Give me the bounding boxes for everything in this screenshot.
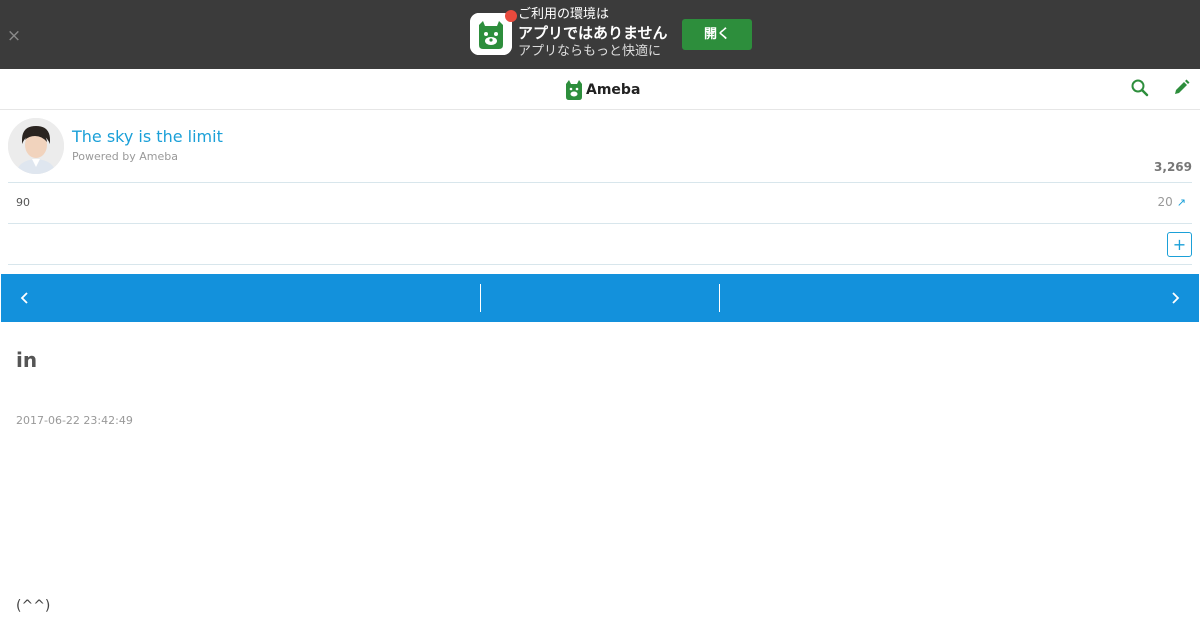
entry-body-text: (^^) [16,598,51,614]
ameba-logo-icon [566,79,582,100]
ameba-app-icon [470,10,517,55]
entry-date: 2017-06-22 23:42:49 [16,414,133,427]
avatar[interactable] [8,118,64,174]
edit-pencil-icon[interactable] [1171,78,1191,98]
app-banner: × ご利用の環境は アプリではありません アプリならもっと快適に 開く [0,0,1200,69]
chevron-right-icon[interactable] [1165,288,1185,308]
site-header: Ameba [0,69,1200,110]
stat-right[interactable]: 20 ↗ [1158,195,1187,209]
powered-by-text: Powered by Ameba [72,150,178,163]
banner-close-icon[interactable]: × [6,27,22,45]
logo-text: Ameba [586,81,641,98]
stat-left-value: 90 [16,196,30,209]
chevron-left-icon[interactable] [15,288,35,308]
banner-line-not-app: アプリではありません [518,24,668,42]
follow-row: + [8,224,1192,265]
stat-right-value: 20 [1157,195,1173,209]
banner-line-environment: ご利用の環境は [518,7,610,22]
blog-stats-row: 90 20 ↗ [8,183,1192,224]
notification-dot-icon [505,10,517,22]
blog-title-link[interactable]: The sky is the limit [72,127,223,146]
open-app-button[interactable]: 開く [682,19,752,50]
entry-title: in [16,348,38,372]
trend-arrow-icon: ↗ [1176,196,1186,209]
follower-count: 3,269 [1154,160,1192,174]
blog-profile: The sky is the limit Powered by Ameba 3,… [8,110,1192,183]
banner-line-app-better: アプリならもっと快適に [518,44,662,59]
follow-plus-button[interactable]: + [1167,232,1192,257]
ameba-logo[interactable]: Ameba [565,78,640,101]
banner-text: ご利用の環境は アプリではありません アプリならもっと快適に [518,6,668,60]
entry-navigation-bar [1,274,1199,322]
nav-divider [480,284,481,312]
search-icon[interactable] [1130,78,1150,98]
nav-divider [719,284,720,312]
